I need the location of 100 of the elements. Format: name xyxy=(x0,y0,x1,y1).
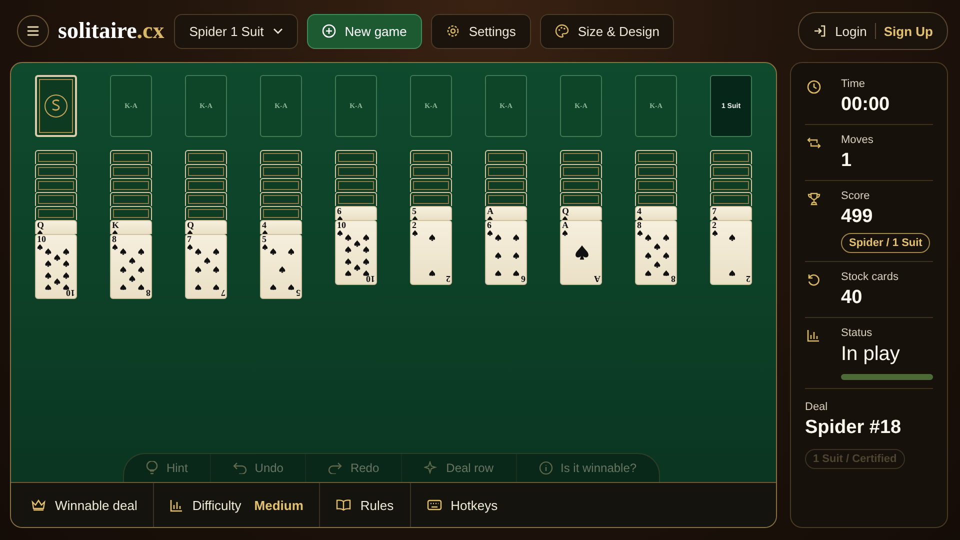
card-rank: A xyxy=(594,274,600,283)
playing-card[interactable]: A xyxy=(485,206,527,220)
playing-card[interactable]: 6 6 xyxy=(485,220,527,285)
game-select[interactable]: Spider 1 Suit xyxy=(174,14,298,48)
crown-icon xyxy=(31,499,46,511)
spade-icon xyxy=(262,244,268,250)
playing-card[interactable]: 5 xyxy=(410,206,452,220)
sign-up-link[interactable]: Sign Up xyxy=(884,24,933,38)
stat-value: In play xyxy=(841,343,900,366)
card-rank: 6 xyxy=(487,221,492,230)
menu-button[interactable] xyxy=(17,15,49,47)
hotkeys-button[interactable]: Hotkeys xyxy=(410,483,514,527)
stat-label: Stock cards xyxy=(841,271,898,283)
playing-card[interactable]: 5 5 xyxy=(260,234,302,299)
bar-chart-icon xyxy=(170,498,184,512)
card-rank: Q xyxy=(37,221,44,230)
stat-value: 00:00 xyxy=(841,94,890,116)
playing-card[interactable]: 7 xyxy=(710,206,752,220)
logo[interactable]: solitaire.cx xyxy=(58,18,164,44)
design-button[interactable]: Size & Design xyxy=(540,14,674,48)
playing-card[interactable]: 6 xyxy=(335,206,377,220)
spade-icon xyxy=(187,244,193,250)
winnable-deal-button[interactable]: Winnable deal xyxy=(15,483,154,527)
card-rank: 6 xyxy=(337,207,342,216)
card-rank: 10 xyxy=(337,221,346,230)
card-rank: 2 xyxy=(712,221,716,230)
spade-pips-drawing xyxy=(194,248,220,290)
login-link[interactable]: Login xyxy=(835,24,867,38)
card-rank: 10 xyxy=(66,288,75,297)
card-rank: Q xyxy=(187,221,194,230)
rotate-icon xyxy=(807,273,821,287)
card-rank: Q xyxy=(562,207,570,216)
stat-label: Moves xyxy=(841,134,874,146)
card-rank: 8 xyxy=(112,235,116,244)
menu-icon xyxy=(27,26,39,36)
card-rank: A xyxy=(562,221,568,230)
playing-card[interactable]: Q xyxy=(185,220,227,234)
playing-card[interactable]: 4 xyxy=(260,220,302,234)
card-rank: 5 xyxy=(412,207,416,216)
playing-card[interactable]: 4 xyxy=(635,206,677,220)
playing-card[interactable]: 7 7 xyxy=(185,234,227,299)
card-rank: 2 xyxy=(412,221,416,230)
info-icon xyxy=(538,461,553,475)
stat-label: Score xyxy=(841,190,870,202)
card-rank: 5 xyxy=(262,235,266,244)
login-icon xyxy=(813,24,828,38)
plus-circle-icon xyxy=(322,24,336,38)
card-rank: K xyxy=(112,221,120,230)
playing-card[interactable]: 2 2 xyxy=(710,220,752,285)
difficulty-button[interactable]: Difficulty Medium xyxy=(154,483,320,527)
card-rank: 2 xyxy=(446,274,450,283)
clock-icon xyxy=(807,80,821,94)
card-rank: 8 xyxy=(670,274,675,283)
card-rank: 5 xyxy=(296,288,300,297)
bar-chart-icon xyxy=(807,329,820,342)
card-rank: 10 xyxy=(366,274,375,283)
playing-card[interactable]: A A xyxy=(560,220,602,285)
card-rank: 10 xyxy=(37,235,46,244)
playing-card[interactable]: 8 8 xyxy=(110,234,152,299)
card-rank: 6 xyxy=(520,274,525,283)
spade-pips-drawing xyxy=(270,248,294,290)
spade-icon xyxy=(412,230,418,236)
palette-icon xyxy=(554,24,569,38)
playing-card[interactable]: 8 8 xyxy=(635,220,677,285)
monogram-icon xyxy=(43,93,69,119)
spade-icon xyxy=(487,230,493,236)
book-icon xyxy=(336,499,352,511)
spade-icon xyxy=(575,245,589,260)
keyboard-icon xyxy=(426,499,442,511)
playing-card[interactable]: Q xyxy=(560,206,602,220)
new-game-button[interactable]: New game xyxy=(306,14,422,48)
playing-card[interactable]: 10 10 xyxy=(335,220,377,285)
settings-button[interactable]: Settings xyxy=(430,14,531,48)
playing-card[interactable]: Q xyxy=(35,220,77,234)
spade-icon xyxy=(712,230,718,236)
sparkle-icon xyxy=(424,461,438,475)
spade-pips-drawing xyxy=(344,234,370,276)
card-rank: 8 xyxy=(146,288,150,297)
trophy-icon xyxy=(807,192,821,206)
stat-label: Time xyxy=(841,78,866,90)
chevron-down-icon xyxy=(272,28,283,34)
redo-icon xyxy=(328,462,342,474)
stat-label: Status xyxy=(841,327,872,339)
rules-button[interactable]: Rules xyxy=(320,483,411,527)
stock-pile[interactable] xyxy=(35,75,77,137)
spade-icon xyxy=(637,230,643,236)
card-rank: 8 xyxy=(637,221,642,230)
playing-card[interactable]: 2 2 xyxy=(410,220,452,285)
spade-icon xyxy=(337,230,343,236)
stat-value: 40 xyxy=(841,287,862,309)
spade-pips-drawing xyxy=(120,248,144,290)
card-rank: 4 xyxy=(262,221,266,230)
spade-pips-drawing xyxy=(728,234,736,276)
card-rank: 4 xyxy=(637,207,642,216)
game-badge: Spider / 1 Suit xyxy=(841,233,930,253)
playing-card[interactable]: K xyxy=(110,220,152,234)
stat-value: 1 xyxy=(841,150,852,172)
playing-card[interactable]: 10 10 xyxy=(35,234,77,299)
repeat-icon xyxy=(807,137,821,149)
deal-name: Spider #18 xyxy=(805,417,902,439)
